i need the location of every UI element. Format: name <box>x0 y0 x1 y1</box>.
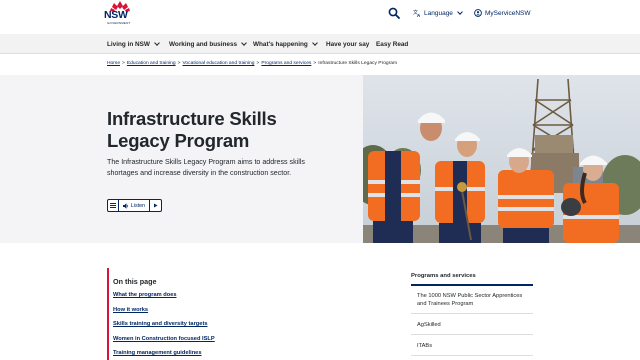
logo-wordmark: NSW <box>104 9 128 21</box>
breadcrumb: Home > Education and training > Vocation… <box>107 61 397 66</box>
main-navigation: Living in NSW Working and business What'… <box>0 34 640 54</box>
on-this-page-link[interactable]: Women in Construction focused ISLP <box>113 336 215 342</box>
play-button[interactable] <box>150 200 161 211</box>
nav-label: What's happening <box>253 40 308 48</box>
chevron-down-icon <box>154 40 160 46</box>
play-icon <box>154 203 158 208</box>
breadcrumb-link-programs[interactable]: Programs and services <box>261 61 311 66</box>
nav-item-have-your-say[interactable]: Have your say <box>326 34 369 54</box>
side-nav-title: Programs and services <box>411 273 476 279</box>
breadcrumb-link-education[interactable]: Education and training <box>127 61 176 66</box>
chevron-down-icon <box>241 40 247 46</box>
site-header: NSW GOVERNMENT 文 A Language MyServiceNSW <box>0 0 640 34</box>
listen-label: Listen <box>130 202 146 209</box>
my-service-label: MyServiceNSW <box>485 9 531 17</box>
breadcrumb-current: Infrastructure Skills Legacy Program <box>318 61 398 66</box>
translate-icon: 文 A <box>413 9 421 17</box>
breadcrumb-separator: > <box>256 61 260 66</box>
side-nav-item[interactable]: The 1000 NSW Public Sector Apprentices a… <box>411 292 533 308</box>
language-label: Language <box>424 9 453 17</box>
search-icon[interactable] <box>388 7 400 19</box>
language-selector[interactable]: 文 A Language <box>413 7 463 19</box>
breadcrumb-separator: > <box>313 61 317 66</box>
nav-label: Easy Read <box>376 40 409 48</box>
speaker-icon <box>122 202 128 209</box>
hero-photo-construction-workers <box>363 75 640 243</box>
breadcrumb-separator: > <box>122 61 125 66</box>
my-service-nsw-link[interactable]: MyServiceNSW <box>474 7 531 19</box>
side-nav-item[interactable]: AgSkilled <box>411 321 533 329</box>
page-title: Infrastructure Skills Legacy Program <box>107 108 277 151</box>
side-nav-item[interactable]: ITABs <box>411 342 533 350</box>
nav-label: Have your say <box>326 40 370 48</box>
side-nav-divider <box>411 355 533 356</box>
breadcrumb-link-home[interactable]: Home <box>107 61 120 66</box>
breadcrumb-separator: > <box>177 61 181 66</box>
nav-label: Working and business <box>169 40 238 48</box>
side-nav-divider <box>411 284 533 286</box>
hero-description: The Infrastructure Skills Legacy Program… <box>107 158 305 177</box>
nav-item-living-in-nsw[interactable]: Living in NSW <box>107 34 160 54</box>
logo-subtext: GOVERNMENT <box>107 21 131 25</box>
on-this-page-title: On this page <box>113 277 157 286</box>
on-this-page-link[interactable]: Skills training and diversity targets <box>113 321 208 327</box>
nav-item-working-and-business[interactable]: Working and business <box>169 34 247 54</box>
user-icon <box>474 9 482 17</box>
on-this-page-link[interactable]: What the program does <box>113 292 177 298</box>
nav-item-easy-read[interactable]: Easy Read <box>376 34 408 54</box>
listen-button[interactable]: Listen <box>119 200 150 211</box>
menu-icon <box>110 203 116 208</box>
side-nav-divider <box>411 334 533 335</box>
nav-item-whats-happening[interactable]: What's happening <box>253 34 318 54</box>
on-this-page-link[interactable]: Training management guidelines <box>113 350 202 356</box>
chevron-down-icon <box>311 40 318 46</box>
breadcrumb-link-vet[interactable]: Vocational education and training <box>182 61 254 66</box>
listen-menu-button[interactable] <box>108 200 119 211</box>
side-nav-divider <box>411 313 533 314</box>
nsw-logo[interactable]: NSW GOVERNMENT <box>100 0 140 32</box>
listen-player: Listen <box>107 199 162 212</box>
svg-text:A: A <box>417 13 421 17</box>
nav-label: Living in NSW <box>107 40 150 48</box>
chevron-down-icon <box>457 9 463 15</box>
on-this-page-link[interactable]: How it works <box>113 307 148 313</box>
